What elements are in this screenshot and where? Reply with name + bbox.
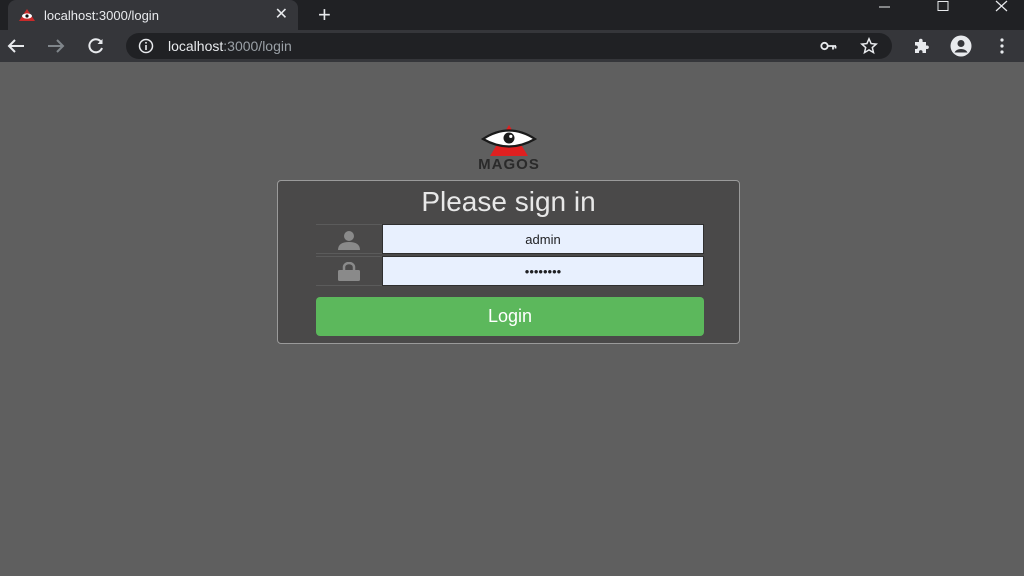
more-menu-icon[interactable] [996,37,1008,55]
username-input[interactable] [382,224,704,254]
reload-icon[interactable] [86,37,106,55]
username-row [316,224,704,254]
password-input[interactable] [382,256,704,286]
username-addon [316,224,382,254]
password-addon [316,256,382,286]
tab-title: localhost:3000/login [44,8,159,23]
maximize-window-icon[interactable] [920,0,966,30]
forward-arrow-icon[interactable] [46,37,66,55]
login-form: Please sign in Login [277,180,740,344]
browser-toolbar: localhost:3000/login [0,30,1024,62]
lock-icon [338,262,360,281]
profile-avatar-icon[interactable] [948,35,974,57]
extensions-puzzle-icon[interactable] [912,37,930,55]
back-arrow-icon[interactable] [6,37,26,55]
new-tab-icon[interactable]: + [318,4,331,26]
browser-titlebar: localhost:3000/login ✕ + [0,0,1024,30]
magos-logo: MAGOS [478,125,540,172]
user-icon [338,231,360,250]
magos-favicon-icon [19,9,35,21]
svg-text:MAGOS: MAGOS [478,156,540,172]
bookmark-star-icon[interactable] [860,37,878,55]
page-title: Please sign in [421,186,596,217]
close-window-icon[interactable] [978,0,1024,30]
key-icon[interactable] [820,39,838,53]
minimize-window-icon[interactable] [862,0,908,30]
login-button[interactable]: Login [316,297,704,336]
url-text: localhost:3000/login [168,38,292,54]
site-info-icon[interactable] [138,38,154,54]
tab-close-icon[interactable]: ✕ [275,6,288,24]
address-bar[interactable]: localhost:3000/login [126,33,892,59]
password-row [316,256,704,286]
browser-tab[interactable]: localhost:3000/login ✕ [8,0,298,30]
